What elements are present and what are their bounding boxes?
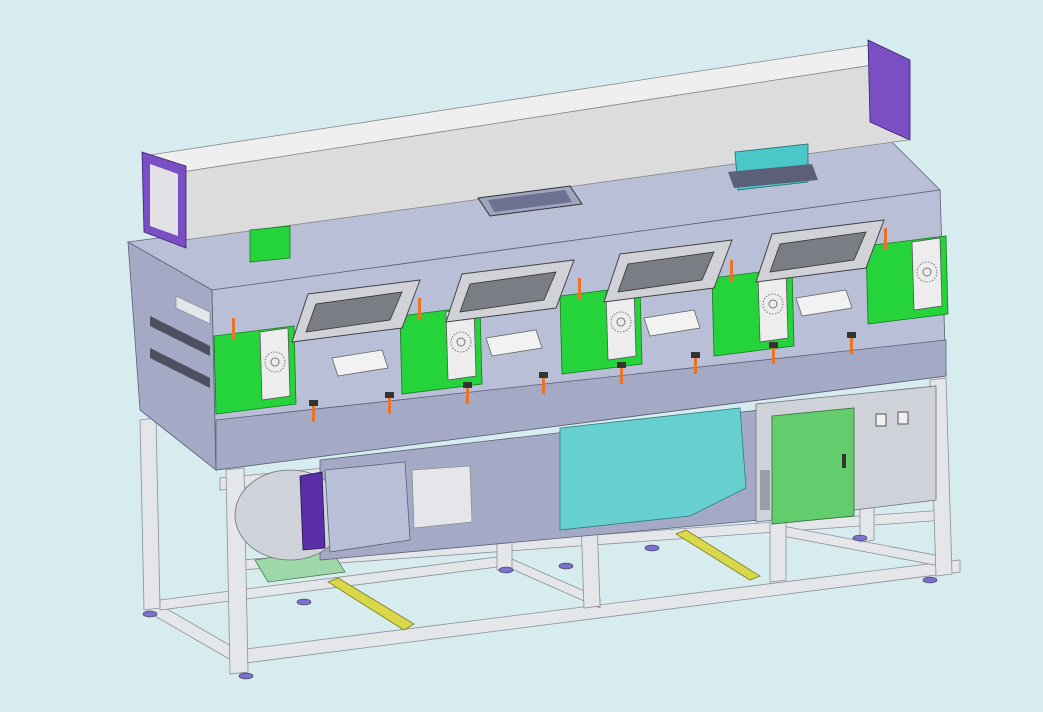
skirt-latch-handle [694, 356, 697, 374]
cabinet-vent-grille [760, 470, 770, 510]
skirt-latch-base [847, 332, 856, 338]
leveling-foot [296, 598, 312, 606]
blower-motor-box [324, 461, 411, 553]
skirt-latch-handle [466, 386, 469, 404]
cabinet-indicator-1 [875, 413, 887, 427]
station-handle [418, 298, 421, 320]
skirt-latch-base [309, 400, 318, 406]
slide-rail-left [327, 577, 415, 631]
glove-port-panel [911, 237, 943, 311]
skirt-latch-base [691, 352, 700, 358]
skirt-latch-base [769, 342, 778, 348]
skirt-latch-handle [772, 346, 775, 364]
glove-port-panel [259, 327, 291, 401]
cabinet-door-handle [842, 454, 846, 468]
skirt-latch-base [617, 362, 626, 368]
leveling-foot [238, 672, 254, 680]
leveling-foot [852, 534, 868, 542]
skirt-latch-handle [542, 376, 545, 394]
station-handle [578, 278, 581, 300]
leveling-foot [644, 544, 660, 552]
cabinet-door [771, 407, 855, 525]
leveling-foot [922, 576, 938, 584]
cad-render-stage: .c-frame polygon, polygon.c-frame-solid … [0, 0, 1043, 712]
duct-flange-left-opening [150, 164, 178, 236]
roof-bracket [249, 225, 291, 263]
leveling-foot [558, 562, 574, 570]
leveling-foot [498, 566, 514, 574]
electrical-cabinet [755, 385, 937, 525]
blower-junction-box [411, 465, 473, 529]
skirt-latch-handle [388, 396, 391, 414]
skirt-latch-handle [850, 336, 853, 354]
skirt-latch-handle [312, 404, 315, 422]
skirt-latch-base [463, 382, 472, 388]
slide-rail-right [675, 529, 761, 581]
station-handle [730, 260, 733, 282]
blower-flange [299, 471, 326, 551]
skirt-latch-base [385, 392, 394, 398]
station-handle [884, 228, 887, 250]
station-handle [232, 318, 235, 340]
skirt-latch-base [539, 372, 548, 378]
frame-leg-back-left [139, 417, 161, 611]
skirt-latch-handle [620, 366, 623, 384]
cabinet-indicator-2 [897, 411, 909, 425]
glovebox-assembly-render: .c-frame polygon, polygon.c-frame-solid … [126, 39, 961, 680]
frame-rail-mid-3 [771, 523, 941, 567]
leveling-foot [142, 610, 158, 618]
